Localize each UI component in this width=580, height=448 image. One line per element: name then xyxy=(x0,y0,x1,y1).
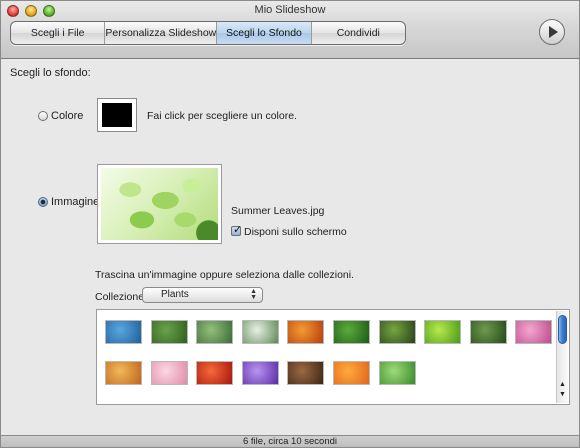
image-filename: Summer Leaves.jpg xyxy=(231,205,325,217)
step-segmented-control: Scegli i File Personalizza Slideshow Sce… xyxy=(10,21,406,45)
collection-value: Plants xyxy=(161,289,189,300)
window-title: Mio Slideshow xyxy=(254,4,326,16)
color-radio[interactable] xyxy=(38,111,48,121)
title-bar: Mio Slideshow Scegli i File Personalizza… xyxy=(1,1,579,59)
thumbnail-purple-petals[interactable] xyxy=(241,361,279,385)
color-swatch[interactable] xyxy=(97,98,137,132)
image-radio[interactable] xyxy=(38,197,48,207)
thumbnail-ferns[interactable] xyxy=(469,320,507,344)
select-arrows-icon: ▲ ▼ xyxy=(250,288,257,301)
background-panel: Scegli lo sfondo: Colore Fai click per s… xyxy=(1,59,579,435)
color-swatch-fill xyxy=(102,103,132,127)
thumbnail-cherry-blossom[interactable] xyxy=(150,361,188,385)
color-hint: Fai click per scegliere un colore. xyxy=(147,110,297,122)
tab-condividi[interactable]: Condividi xyxy=(312,22,405,44)
tab-personalizza-slideshow[interactable]: Personalizza Slideshow xyxy=(105,22,218,44)
selected-background-image xyxy=(101,168,218,240)
play-icon xyxy=(549,26,558,38)
thumbnail-redwood-trunks[interactable] xyxy=(287,361,325,385)
thumbnail-green-leaf[interactable] xyxy=(424,320,462,344)
app-window: Mio Slideshow Scegli i File Personalizza… xyxy=(0,0,580,448)
tab-label: Condividi xyxy=(336,27,380,39)
image-well[interactable] xyxy=(97,164,222,244)
scroll-up-icon[interactable]: ▲ xyxy=(559,381,566,388)
tab-label: Scegli lo Sfondo xyxy=(226,27,302,39)
thumbnail-dandelion[interactable] xyxy=(241,320,279,344)
tab-scegli-lo-sfondo[interactable]: Scegli lo Sfondo xyxy=(217,22,312,44)
thumbnail-grass[interactable] xyxy=(332,320,370,344)
status-bar: 6 file, circa 10 secondi xyxy=(1,435,579,447)
thumbnail-blue-agave[interactable] xyxy=(105,320,142,344)
thumbnail-red-rose[interactable] xyxy=(196,361,234,385)
tab-scegli-i-file[interactable]: Scegli i File xyxy=(11,22,106,44)
collection-select[interactable]: Plants ▲ ▼ xyxy=(142,287,263,303)
thumbnail-grid xyxy=(105,320,557,385)
scroll-down-icon[interactable]: ▼ xyxy=(559,391,566,398)
vertical-scrollbar[interactable]: ▲ ▼ xyxy=(556,311,568,403)
tab-label: Scegli i File xyxy=(30,27,85,39)
thumbnail-autumn-leaf[interactable] xyxy=(105,361,142,385)
thumbnail-orange-petal[interactable] xyxy=(332,361,370,385)
section-title: Scegli lo sfondo: xyxy=(10,67,91,79)
thumbnail-bamboo[interactable] xyxy=(150,320,188,344)
thumbnail-pink-lotus[interactable] xyxy=(515,320,553,344)
thumbnail-forest-grass[interactable] xyxy=(378,320,416,344)
collection-label: Collezione: xyxy=(95,291,147,303)
image-browser: ▲ ▼ xyxy=(96,309,570,405)
checkmark-icon: ✓ xyxy=(233,224,243,236)
thumbnail-orange-flower[interactable] xyxy=(287,320,325,344)
tab-label: Personalizza Slideshow xyxy=(105,27,217,39)
color-radio-label: Colore xyxy=(51,110,84,122)
fit-to-screen-label: Disponi sullo schermo xyxy=(244,226,347,238)
play-button[interactable] xyxy=(539,19,565,45)
fit-to-screen-checkbox[interactable]: ✓ xyxy=(231,224,243,236)
image-radio-label: Immagine xyxy=(51,196,100,208)
thumbnail-leaves-dew[interactable] xyxy=(196,320,234,344)
scrollbar-thumb[interactable] xyxy=(558,315,567,344)
drag-hint: Trascina un'immagine oppure seleziona da… xyxy=(95,269,355,281)
thumbnail-green-mesh[interactable] xyxy=(378,361,416,385)
